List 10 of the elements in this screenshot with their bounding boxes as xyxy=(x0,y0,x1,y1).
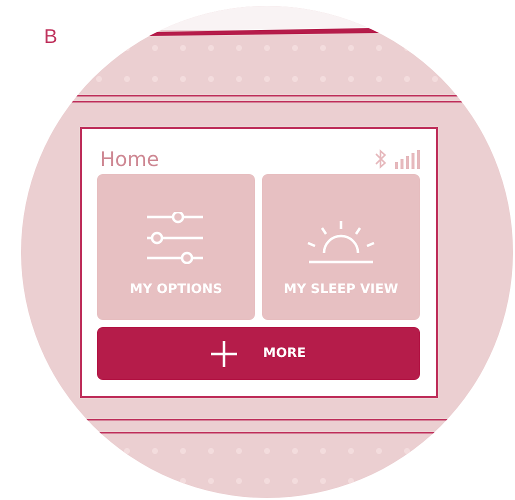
more-button[interactable]: MORE xyxy=(97,327,420,380)
screen-title: Home xyxy=(100,147,160,171)
plus-icon xyxy=(211,340,238,366)
menu-tile[interactable]: MY SLEEP VIEW xyxy=(262,174,420,320)
bluetooth-icon xyxy=(375,149,387,169)
panel-label: B xyxy=(44,26,58,49)
sunrise-icon xyxy=(307,220,375,264)
signal-icon xyxy=(395,150,420,169)
menu-tile[interactable]: MY OPTIONS xyxy=(97,174,255,320)
sliders-icon xyxy=(146,212,206,264)
